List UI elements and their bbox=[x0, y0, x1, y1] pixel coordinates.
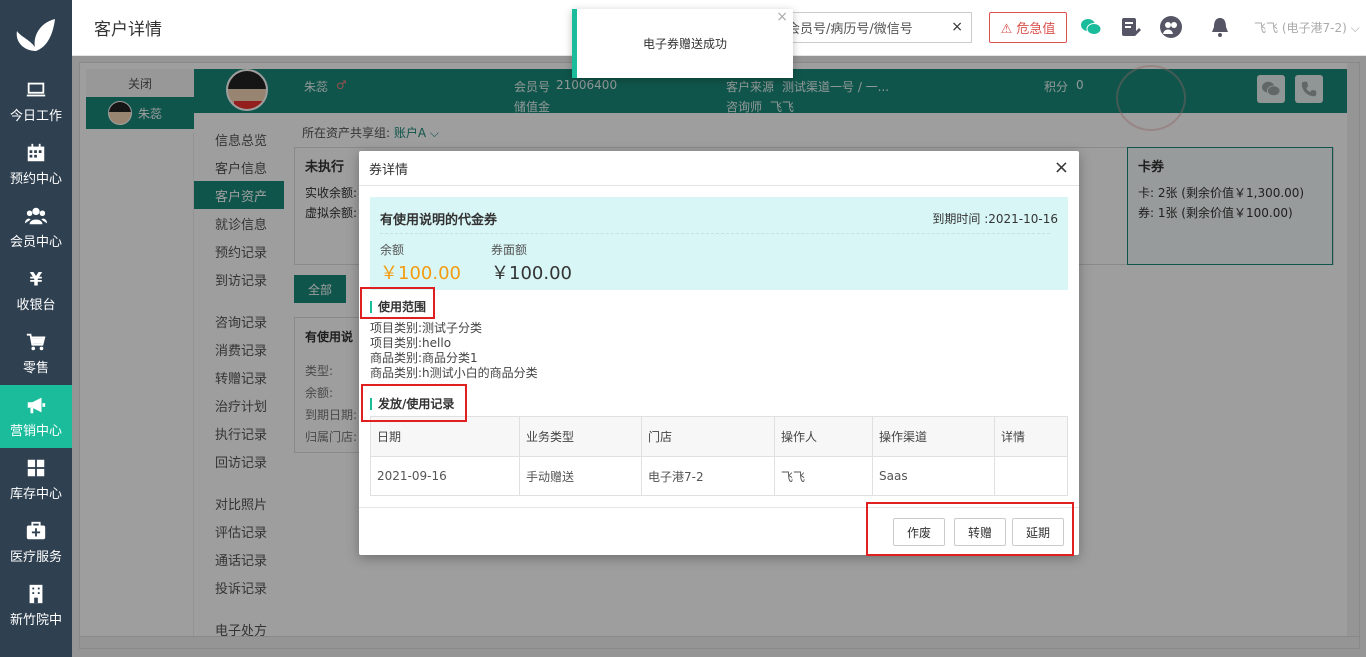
scope-line: 项目类别:测试子分类 bbox=[370, 321, 483, 335]
cart-icon bbox=[26, 333, 46, 351]
nav-label: 新竹院中 bbox=[9, 613, 62, 628]
modal-title: 券详情 bbox=[369, 162, 409, 178]
modal-close-icon[interactable]: × bbox=[1054, 157, 1069, 178]
nav-label: 今日工作 bbox=[9, 109, 62, 124]
cell-channel: Saas bbox=[872, 456, 995, 496]
nav-member[interactable]: 会员中心 bbox=[0, 196, 72, 259]
nav-label: 医疗服务 bbox=[9, 550, 62, 565]
wechat-icon[interactable] bbox=[1078, 14, 1104, 40]
face-value-label: 券面额 bbox=[491, 243, 528, 257]
nav-label: 预约中心 bbox=[9, 172, 62, 187]
document-edit-icon[interactable] bbox=[1117, 14, 1143, 40]
nav-label: 会员中心 bbox=[9, 235, 62, 250]
cell-operator: 飞飞 bbox=[774, 456, 873, 496]
grid-icon bbox=[27, 459, 45, 477]
butterfly-logo-icon bbox=[16, 19, 55, 51]
coupon-detail-modal: 券详情 × 有使用说明的代金券 到期时间 :2021-10-16 余额 ￥100… bbox=[359, 151, 1079, 555]
bell-icon[interactable] bbox=[1207, 14, 1233, 40]
table-row: 2021-09-16 手动赠送 电子港7-2 飞飞 Saas bbox=[370, 456, 1068, 496]
building-icon bbox=[29, 584, 43, 604]
toast-close-icon[interactable]: × bbox=[776, 9, 788, 25]
user-name[interactable]: 飞飞 (电子港7-2) ⌵ bbox=[1254, 19, 1360, 36]
nav-medical[interactable]: 医疗服务 bbox=[0, 511, 72, 574]
search-text: 会员号/病历号/微信号 bbox=[787, 22, 913, 37]
nav-label: 收银台 bbox=[16, 298, 56, 313]
megaphone-icon bbox=[27, 397, 46, 414]
laptop-icon bbox=[26, 82, 46, 97]
scope-line: 项目类别:hello bbox=[370, 336, 452, 350]
nav-marketing[interactable]: 营销中心 bbox=[0, 385, 72, 448]
nav-label: 库存中心 bbox=[9, 487, 62, 502]
dashed-divider bbox=[380, 233, 1050, 234]
highlight-box-actions bbox=[866, 502, 1074, 556]
search-input[interactable]: 会员号/病历号/微信号 × bbox=[772, 12, 972, 43]
success-toast: 电子券赠送成功 × bbox=[572, 9, 793, 78]
cell-date: 2021-09-16 bbox=[370, 456, 520, 496]
cell-business-type: 手动赠送 bbox=[519, 456, 642, 496]
yen-icon: ¥ bbox=[30, 269, 43, 290]
nav-retail[interactable]: 零售 bbox=[0, 322, 72, 385]
highlight-box-scope bbox=[360, 287, 435, 319]
modal-header: 券详情 × bbox=[359, 151, 1079, 186]
col-store: 门店 bbox=[641, 416, 775, 457]
cell-detail bbox=[994, 456, 1068, 496]
search-clear-icon[interactable]: × bbox=[951, 19, 963, 35]
col-date: 日期 bbox=[370, 416, 520, 457]
nav-today-work[interactable]: 今日工作 bbox=[0, 70, 72, 133]
record-table: 日期 业务类型 门店 操作人 操作渠道 详情 2021-09-16 手动赠送 电… bbox=[370, 416, 1068, 496]
nav-label: 营销中心 bbox=[9, 424, 62, 439]
col-operator: 操作人 bbox=[774, 416, 873, 457]
page-title: 客户详情 bbox=[94, 20, 162, 40]
nav-cashier[interactable]: ¥ 收银台 bbox=[0, 259, 72, 322]
scope-line: 商品类别:h测试小白的商品分类 bbox=[370, 366, 538, 380]
col-channel: 操作渠道 bbox=[872, 416, 995, 457]
balance-value: ￥100.00 bbox=[380, 263, 461, 284]
coupon-name: 有使用说明的代金券 bbox=[380, 213, 498, 228]
medkit-icon bbox=[26, 521, 46, 540]
coupon-info-panel: 有使用说明的代金券 到期时间 :2021-10-16 余额 ￥100.00 券面… bbox=[370, 197, 1068, 290]
nav-appointment[interactable]: 预约中心 bbox=[0, 133, 72, 196]
sidebar: 今日工作 预约中心 会员中心 ¥ 收银台 零售 营销中心 库存中心 医疗服务 新… bbox=[0, 0, 72, 657]
cell-store: 电子港7-2 bbox=[641, 456, 775, 496]
face-value: ￥100.00 bbox=[491, 263, 572, 284]
logo bbox=[0, 0, 72, 70]
user-group-icon[interactable] bbox=[1158, 14, 1184, 40]
users-icon bbox=[25, 207, 47, 225]
urgent-value-button[interactable]: ⚠ 危急值 bbox=[989, 12, 1067, 43]
coupon-expire: 到期时间 :2021-10-16 bbox=[932, 212, 1058, 226]
col-detail: 详情 bbox=[994, 416, 1068, 457]
balance-label: 余额 bbox=[380, 243, 405, 257]
col-business-type: 业务类型 bbox=[519, 416, 642, 457]
calendar-icon bbox=[27, 143, 45, 162]
table-header-row: 日期 业务类型 门店 操作人 操作渠道 详情 bbox=[370, 416, 1068, 457]
highlight-box-records bbox=[361, 384, 467, 422]
nav-branch[interactable]: 新竹院中 bbox=[0, 574, 72, 637]
nav-label: 零售 bbox=[22, 361, 49, 376]
svg-text:¥: ¥ bbox=[30, 269, 43, 290]
toast-message: 电子券赠送成功 bbox=[642, 37, 727, 51]
scope-line: 商品类别:商品分类1 bbox=[370, 351, 478, 365]
nav-inventory[interactable]: 库存中心 bbox=[0, 448, 72, 511]
